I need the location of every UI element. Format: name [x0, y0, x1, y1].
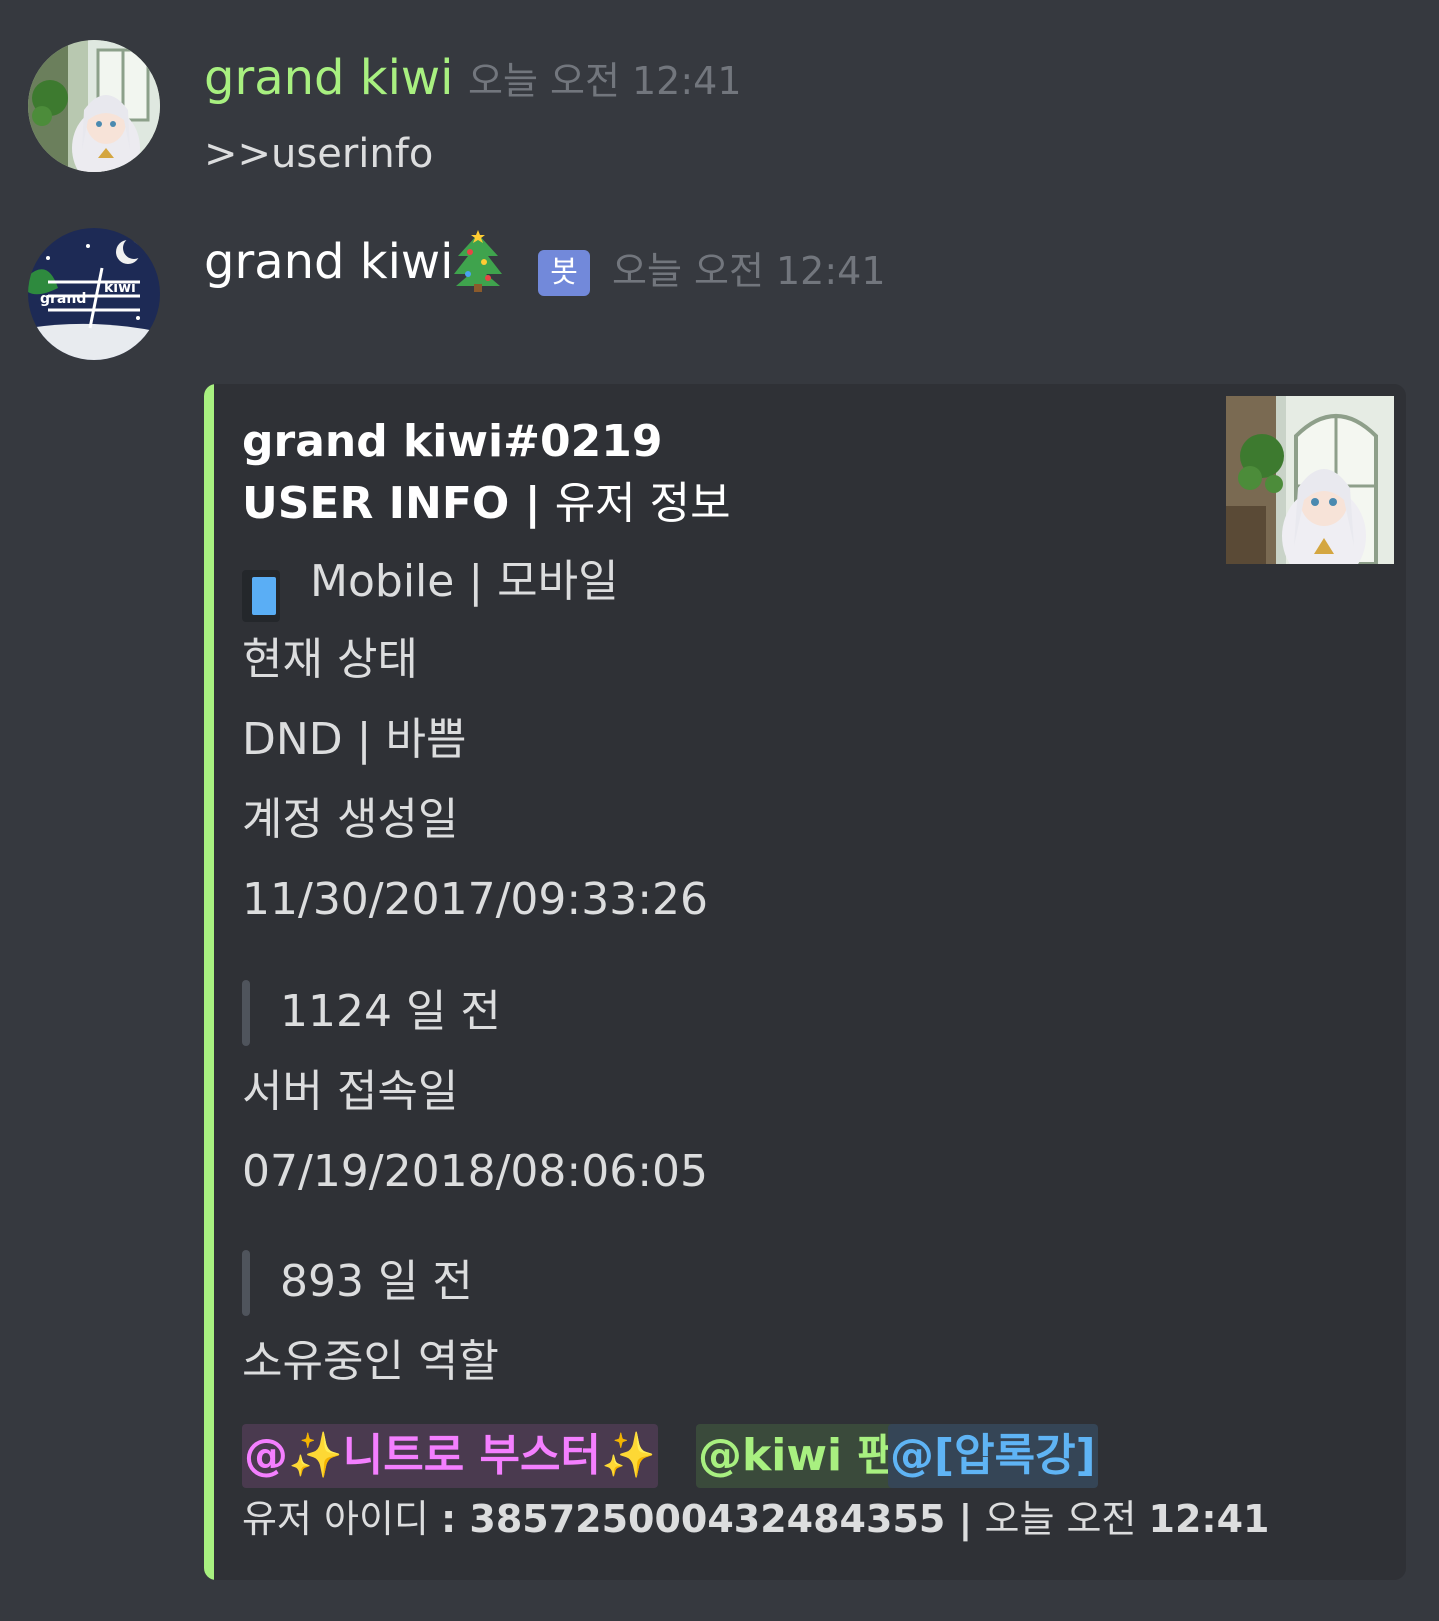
embed-title: USER INFO | 유저 정보: [242, 482, 731, 526]
embed-footer: 유저 아이디 : 385725000432484355 | 오늘 오전 12:4…: [242, 1500, 1269, 1538]
bot-avatar[interactable]: grand kiwi: [28, 228, 160, 360]
footer-time: 12:41: [1148, 1497, 1270, 1541]
roles-label: 소유중인 역할: [242, 1336, 499, 1387]
message-1: grand kiwi 오늘 오전 12:41 >>userinfo: [0, 0, 1439, 200]
message-timestamp: 오늘 오전 12:41: [468, 59, 742, 103]
userinfo-embed: grand kiwi#0219 USER INFO | 유저 정보 Mobile…: [204, 384, 1406, 1580]
author-name[interactable]: grand kiwi: [204, 238, 454, 286]
mobile-phone-icon: [242, 570, 280, 622]
role-mention-kiwi-fan[interactable]: @kiwi 팬: [696, 1424, 900, 1488]
footer-user-id: : 385725000432484355 |: [440, 1497, 973, 1541]
message-content: >>userinfo: [204, 131, 434, 177]
joined-label: 서버 접속일: [242, 1066, 459, 1117]
quote-bar: [242, 980, 250, 1046]
embed-author-tag: grand kiwi#0219: [242, 416, 663, 467]
joined-value: 07/19/2018/08:06:05: [242, 1146, 709, 1197]
avatar-text-right: kiwi: [104, 280, 136, 296]
author-name[interactable]: grand kiwi: [204, 54, 454, 102]
anime-girl-thumbnail-icon: [1226, 396, 1394, 564]
status-value: DND | 바쁨: [242, 714, 467, 765]
embed-title-rest: 유저 정보: [540, 478, 731, 529]
footer-label: 유저 아이디: [242, 1497, 441, 1541]
grand-kiwi-logo-avatar-icon: grand kiwi: [28, 228, 160, 360]
device-label: Mobile | 모바일: [310, 556, 619, 607]
user-avatar[interactable]: [28, 40, 160, 172]
embed-title-bold: USER INFO |: [242, 478, 541, 529]
bot-tag: 봇: [538, 250, 590, 296]
joined-ago-text: 893 일 전: [280, 1256, 473, 1307]
created-label: 계정 생성일: [242, 794, 459, 845]
footer-time-prefix: 오늘 오전: [972, 1497, 1149, 1541]
quote-bar: [242, 1250, 250, 1316]
anime-girl-avatar-icon: [28, 40, 160, 172]
embed-accent-bar: [204, 384, 214, 1580]
created-ago-text: 1124 일 전: [280, 986, 501, 1037]
role-mention-nitro-booster[interactable]: @✨니트로 부스터✨: [242, 1424, 658, 1488]
message-timestamp: 오늘 오전 12:41: [612, 249, 886, 293]
created-value: 11/30/2017/09:33:26: [242, 874, 709, 925]
christmas-tree-icon: [450, 230, 506, 296]
avatar-text-left: grand: [40, 291, 86, 307]
role-mention-amnokgang[interactable]: @[압록강]: [888, 1424, 1098, 1488]
embed-thumbnail[interactable]: [1226, 396, 1394, 564]
status-label: 현재 상태: [242, 634, 418, 685]
